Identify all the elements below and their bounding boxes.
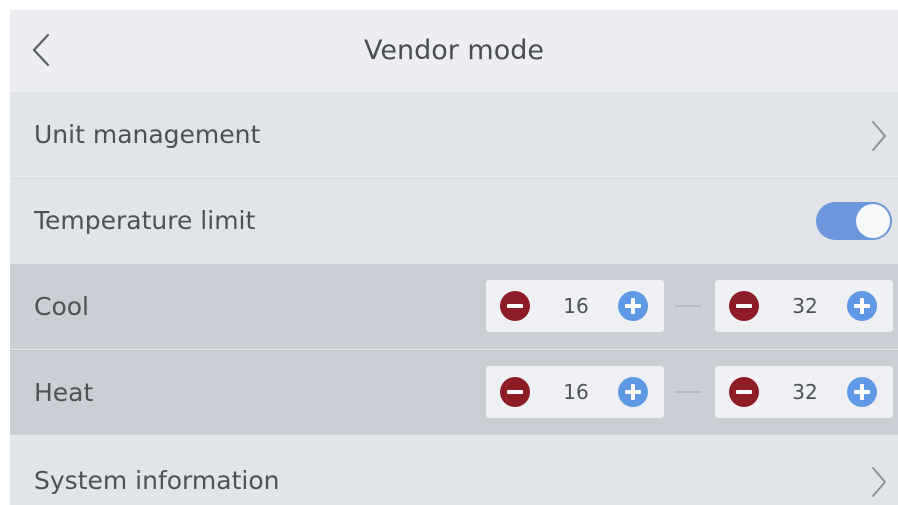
heat-min-value: 16: [563, 380, 589, 404]
menu-item-temperature-limit: Temperature limit: [10, 178, 898, 263]
cool-max-value: 32: [792, 294, 818, 318]
cool-max-stepper: 32: [715, 280, 893, 332]
cool-max-increase-button[interactable]: [847, 291, 877, 321]
cool-min-value: 16: [563, 294, 589, 318]
minus-icon: [507, 304, 523, 308]
chevron-right-icon: [872, 467, 886, 497]
chevron-right-icon: [872, 121, 886, 151]
menu-item-system-information[interactable]: System information: [10, 436, 898, 505]
heat-min-increase-button[interactable]: [618, 377, 648, 407]
range-dash: [675, 305, 701, 307]
temperature-row-heat: Heat 16 32: [10, 350, 898, 435]
system-information-label: System information: [34, 466, 280, 495]
cool-min-stepper: 16: [486, 280, 664, 332]
heat-min-stepper: 16: [486, 366, 664, 418]
heat-max-decrease-button[interactable]: [729, 377, 759, 407]
header-bar: Vendor mode: [10, 10, 898, 92]
heat-max-increase-button[interactable]: [847, 377, 877, 407]
temperature-limit-label: Temperature limit: [34, 206, 256, 235]
heat-label: Heat: [34, 378, 94, 407]
temperature-limit-toggle[interactable]: [816, 202, 892, 240]
heat-max-value: 32: [792, 380, 818, 404]
range-dash: [675, 391, 701, 393]
vendor-mode-screen: Vendor mode Unit management Temperature …: [10, 10, 898, 505]
page-title: Vendor mode: [363, 35, 544, 66]
cool-label: Cool: [34, 292, 89, 321]
toggle-knob: [856, 204, 890, 238]
heat-max-stepper: 32: [715, 366, 893, 418]
cool-min-decrease-button[interactable]: [500, 291, 530, 321]
menu-item-unit-management[interactable]: Unit management: [10, 92, 898, 177]
cool-min-increase-button[interactable]: [618, 291, 648, 321]
heat-min-decrease-button[interactable]: [500, 377, 530, 407]
minus-icon: [736, 304, 752, 308]
minus-icon: [507, 390, 523, 394]
row-divider: [10, 350, 898, 351]
temperature-row-cool: Cool 16 32: [10, 264, 898, 349]
cool-max-decrease-button[interactable]: [729, 291, 759, 321]
minus-icon: [736, 390, 752, 394]
unit-management-label: Unit management: [34, 120, 261, 149]
